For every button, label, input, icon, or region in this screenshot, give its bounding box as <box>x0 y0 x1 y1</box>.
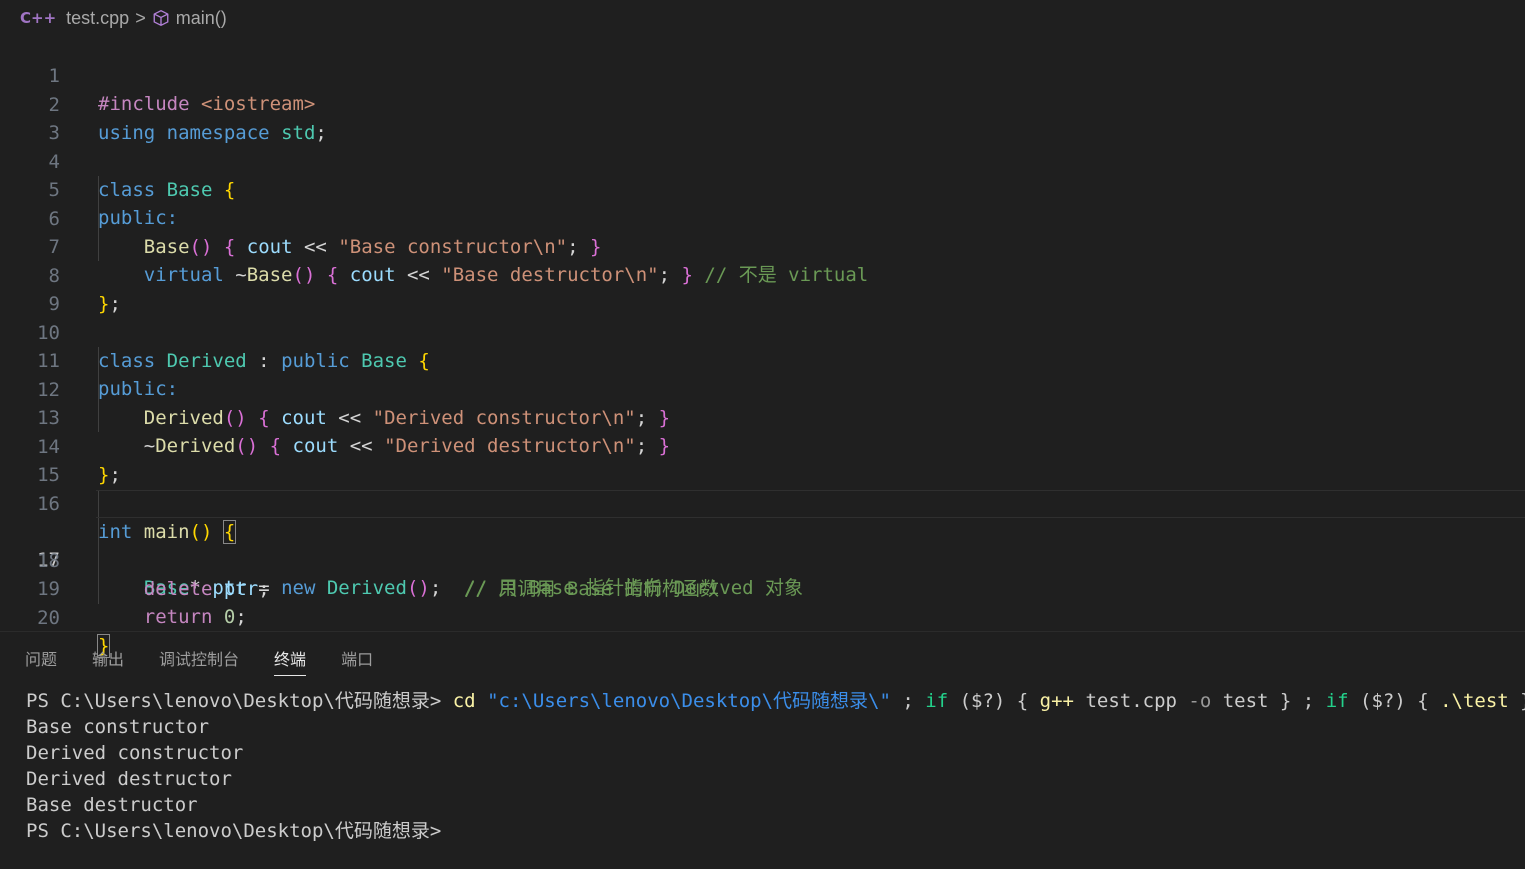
tab-terminal[interactable]: 终端 <box>274 640 307 676</box>
code-line: 15 <box>0 433 1525 486</box>
code-line: 1 #include <iostream> <box>0 34 1525 115</box>
code-line: 7 virtual ~Base() { cout << "Base destru… <box>0 205 1525 286</box>
terminal[interactable]: PS C:\Users\lenovo\Desktop\代码随想录> cd "c:… <box>26 688 1525 844</box>
code-line: 19 return 0; <box>0 547 1525 628</box>
terminal-final-prompt: PS C:\Users\lenovo\Desktop\代码随想录> <box>26 820 442 842</box>
code-line: 16 int main() { <box>0 462 1525 544</box>
code-line: 8 }; <box>0 234 1525 315</box>
breadcrumb: C++ test.cpp > main() <box>0 0 1525 36</box>
code-line: 11 public: <box>0 319 1525 400</box>
code-line: 4 class Base { <box>0 120 1525 201</box>
code-line: 12 Derived() { cout << "Derived construc… <box>0 348 1525 429</box>
code-editor[interactable]: 1 #include <iostream> 2 using namespace … <box>0 34 1525 658</box>
panel-tabs: 问题 输出 调试控制台 终端 端口 <box>0 632 1525 684</box>
terminal-output-line: Base destructor <box>26 794 198 816</box>
breadcrumb-file[interactable]: test.cpp <box>66 8 129 29</box>
code-line: 6 Base() { cout << "Base constructor\n";… <box>0 177 1525 258</box>
code-line: 20 } <box>0 576 1525 658</box>
current-line-highlight <box>96 490 1525 518</box>
terminal-command-line: PS C:\Users\lenovo\Desktop\代码随想录> cd "c:… <box>26 690 1525 712</box>
tab-ports[interactable]: 端口 <box>341 640 373 676</box>
terminal-output-line: Derived constructor <box>26 742 244 764</box>
code-line-current: 17 Base* ptr = new Derived(); // 用 Base … <box>0 490 1525 599</box>
code-line: 14 }; <box>0 405 1525 486</box>
tab-problems[interactable]: 问题 <box>25 640 57 676</box>
code-line: 13 ~Derived() { cout << "Derived destruc… <box>0 376 1525 457</box>
breadcrumb-separator: > <box>135 7 146 28</box>
line-number: 20 <box>37 606 60 629</box>
breadcrumb-symbol[interactable]: main() <box>176 8 227 29</box>
terminal-output-line: Derived destructor <box>26 768 232 790</box>
code-line: 5 public: <box>0 148 1525 229</box>
code-line: 18 delete ptr; // 只调用 Base 的析构函数 <box>0 519 1525 600</box>
code-line: 10 class Derived : public Base { <box>0 291 1525 372</box>
cpp-file-icon: C++ <box>20 9 57 27</box>
terminal-output-line: Base constructor <box>26 716 210 738</box>
terminal-prompt: PS C:\Users\lenovo\Desktop\代码随想录> <box>26 690 453 712</box>
method-cube-icon <box>153 10 169 26</box>
code-line: 2 using namespace std; <box>0 63 1525 144</box>
code-line: 3 <box>0 91 1525 144</box>
code-line: 9 <box>0 262 1525 315</box>
tab-debug-console[interactable]: 调试控制台 <box>159 640 239 676</box>
tab-output[interactable]: 输出 <box>92 640 124 676</box>
